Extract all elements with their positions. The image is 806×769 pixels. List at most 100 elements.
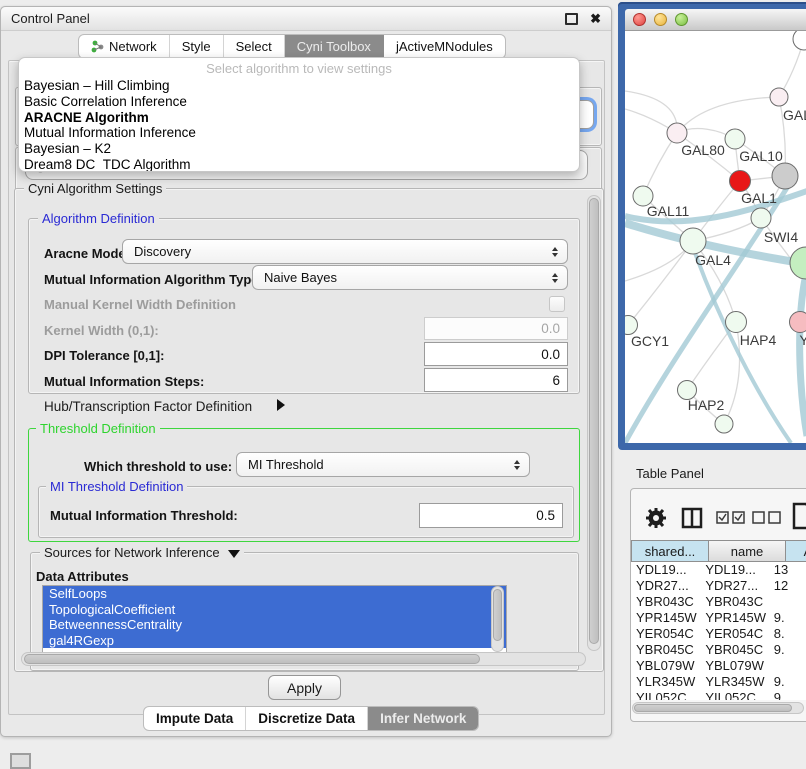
network-node[interactable] (772, 163, 798, 189)
algorithm-option[interactable]: Bayesian – Hill Climbing (19, 78, 579, 94)
aracne-mode-combo[interactable]: Discovery (122, 239, 568, 264)
mi-type-combo[interactable]: Naive Bayes (252, 265, 568, 290)
network-node[interactable] (680, 228, 706, 254)
network-node[interactable] (730, 171, 751, 192)
node-label: GAL10 (739, 148, 783, 164)
tab-label: Network (109, 39, 157, 54)
table-cell: YBL079W (700, 658, 768, 674)
edge (643, 133, 677, 196)
columns-icon[interactable] (681, 506, 703, 530)
unchecked-columns-icon[interactable] (752, 511, 782, 525)
node-label: Y (799, 332, 806, 348)
tab-cyni-toolbox[interactable]: Cyni Toolbox (285, 35, 384, 58)
table-horizontal-scrollbar[interactable] (632, 702, 804, 714)
hub-definition-toggle[interactable]: Hub/Transcription Factor Definition (44, 399, 252, 414)
close-icon[interactable]: ✖ (590, 14, 601, 24)
algorithm-option[interactable]: Basic Correlation Inference (19, 94, 579, 110)
sources-title[interactable]: Sources for Network Inference (40, 546, 244, 559)
dpi-tolerance-field[interactable]: 0.0 (424, 342, 568, 366)
table-row[interactable]: YDL19...YDL19...13 (631, 562, 806, 578)
table-cell (769, 658, 806, 674)
page-icon[interactable] (792, 502, 806, 530)
expanded-arrow-icon (228, 550, 240, 558)
spinner-icon (552, 247, 558, 257)
apply-button[interactable]: Apply (268, 675, 341, 700)
tab-label: Select (236, 39, 272, 54)
table-row[interactable]: YBR045CYBR045C9. (631, 642, 806, 658)
column-header[interactable]: A (786, 540, 806, 562)
network-node[interactable] (793, 31, 806, 50)
network-node[interactable] (790, 312, 806, 333)
table-row[interactable]: YBR043CYBR043C (631, 594, 806, 610)
node-label: GAL1 (741, 190, 777, 206)
algorithm-option[interactable]: Dream8 DC_TDC Algorithm (19, 157, 579, 172)
table-cell: 9 (769, 690, 806, 700)
table-row[interactable]: YDR27...YDR27...12 (631, 578, 806, 594)
network-node[interactable] (726, 312, 747, 333)
gear-icon[interactable] (645, 506, 667, 530)
table-row[interactable]: YLR345WYLR345W9. (631, 674, 806, 690)
data-attribute-item[interactable]: TopologicalCoefficient (43, 602, 506, 618)
table-cell: 9. (769, 610, 806, 626)
table-row[interactable]: YIL052CYIL052C9 (631, 690, 806, 700)
node-label: GCY1 (631, 333, 669, 349)
collapsed-panel-button[interactable] (10, 753, 31, 769)
table-cell: YBL079W (631, 658, 700, 674)
settings-horizontal-scrollbar[interactable] (21, 652, 586, 666)
table-row[interactable]: YER054CYER054C8. (631, 626, 806, 642)
zoom-traffic-light-icon[interactable] (675, 13, 688, 26)
collapsed-arrow-icon[interactable] (277, 399, 285, 411)
algorithm-option[interactable]: Bayesian – K2 (19, 141, 579, 157)
tab-label: jActiveMNodules (396, 39, 493, 54)
table-cell: YDR27... (631, 578, 700, 594)
tab-select[interactable]: Select (224, 35, 285, 58)
data-attributes-list[interactable]: SelfLoopsTopologicalCoefficientBetweenne… (42, 585, 507, 655)
tab-impute-data[interactable]: Impute Data (144, 707, 246, 730)
data-attribute-item[interactable]: SelfLoops (43, 586, 506, 602)
kernel-width-field[interactable]: 0.0 (424, 317, 568, 340)
tab-jactivemnodules[interactable]: jActiveMNodules (384, 35, 505, 58)
spinner-icon (514, 460, 520, 470)
network-node[interactable] (667, 123, 687, 143)
algorithm-option[interactable]: Mutual Information Inference (19, 125, 579, 141)
tab-discretize-data[interactable]: Discretize Data (246, 707, 368, 730)
settings-vertical-scrollbar[interactable] (587, 195, 601, 651)
table-row[interactable]: YBL079WYBL079W (631, 658, 806, 674)
data-attribute-item[interactable]: BetweennessCentrality (43, 617, 506, 633)
tab-network[interactable]: Network (79, 35, 170, 58)
column-header[interactable]: shared... (631, 540, 709, 562)
tab-style[interactable]: Style (170, 35, 224, 58)
network-node[interactable] (790, 247, 806, 279)
mi-steps-field[interactable]: 6 (424, 368, 568, 392)
network-node[interactable] (751, 208, 771, 228)
thick-edge (695, 253, 791, 443)
minimize-traffic-light-icon[interactable] (654, 13, 667, 26)
data-attributes-label: Data Attributes (36, 569, 129, 584)
network-window-titlebar (625, 9, 806, 31)
list-scrollbar[interactable] (491, 586, 504, 652)
data-attribute-item[interactable]: gal4RGexp (43, 633, 506, 649)
manual-kernel-checkbox[interactable] (549, 296, 565, 312)
close-traffic-light-icon[interactable] (633, 13, 646, 26)
table-cell: YDR27... (700, 578, 768, 594)
tab-infer-network[interactable]: Infer Network (368, 707, 478, 730)
column-header[interactable]: name (709, 540, 786, 562)
which-threshold-combo[interactable]: MI Threshold (236, 452, 530, 477)
table-row[interactable]: YPR145WYPR145W9. (631, 610, 806, 626)
spinner-icon (552, 273, 558, 283)
table-cell: 9. (769, 642, 806, 658)
checked-columns-icon[interactable] (716, 511, 746, 525)
network-node[interactable] (725, 129, 745, 149)
network-node[interactable] (625, 316, 638, 335)
network-node[interactable] (770, 88, 788, 106)
threshold-definition-title: Threshold Definition (36, 422, 160, 435)
network-canvas[interactable]: GALGAL80GAL10GAL1GAL11SWI4GAL4GCY1HAP4YH… (625, 31, 806, 443)
network-node[interactable] (715, 415, 733, 433)
table-cell: YDL19... (631, 562, 700, 578)
manual-kernel-label: Manual Kernel Width Definition (44, 297, 236, 312)
table-cell: YER054C (700, 626, 768, 642)
table-cell: YIL052C (631, 690, 700, 700)
float-window-icon[interactable] (565, 13, 578, 25)
algorithm-option[interactable]: ARACNE Algorithm (19, 110, 579, 126)
mi-threshold-field[interactable]: 0.5 (419, 503, 563, 528)
